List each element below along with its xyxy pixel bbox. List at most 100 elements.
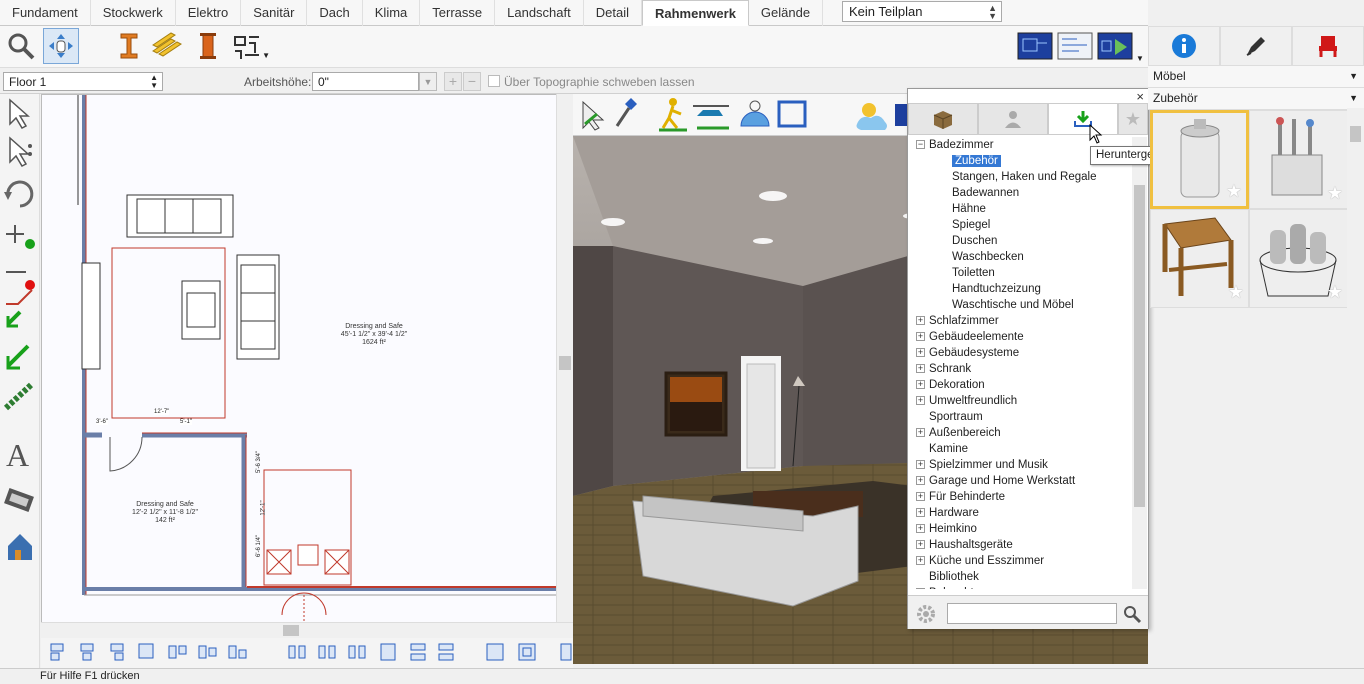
tree-item[interactable]: +Bibliothek bbox=[916, 569, 1130, 585]
expand-icon[interactable]: + bbox=[916, 428, 925, 438]
scroll-thumb[interactable] bbox=[1350, 126, 1361, 142]
tree-item[interactable]: + Hardware bbox=[916, 505, 1130, 521]
favorite-star-icon[interactable]: ★ bbox=[1327, 183, 1343, 204]
tab-dach[interactable]: Dach bbox=[307, 0, 363, 26]
tab-sanitär[interactable]: Sanitär bbox=[241, 0, 308, 26]
scroll-thumb[interactable] bbox=[1134, 185, 1145, 507]
ungroup-icon[interactable] bbox=[518, 643, 536, 661]
scroll-thumb[interactable] bbox=[559, 356, 571, 370]
tree-subitem[interactable]: Toiletten bbox=[916, 265, 1130, 281]
working-height-dropdown[interactable]: ▼ bbox=[419, 72, 437, 91]
expand-icon[interactable]: + bbox=[916, 380, 925, 390]
select-group-icon[interactable] bbox=[9, 136, 32, 167]
tab-terrasse[interactable]: Terrasse bbox=[420, 0, 496, 26]
distribute-h2-icon[interactable] bbox=[318, 645, 336, 659]
tree-item[interactable]: + Schrank bbox=[916, 361, 1130, 377]
framing-tools-icon[interactable]: ▼ bbox=[230, 28, 270, 64]
select-icon[interactable] bbox=[9, 98, 30, 129]
chain-icon[interactable] bbox=[3, 381, 35, 411]
tab-detail[interactable]: Detail bbox=[584, 0, 642, 26]
furniture-tab[interactable] bbox=[1292, 26, 1364, 66]
tree-subitem[interactable]: Waschtische und Möbel bbox=[916, 297, 1130, 313]
thumbnail-toothbrush-holder[interactable]: ★ bbox=[1249, 110, 1348, 209]
plan-horizontal-scrollbar[interactable] bbox=[41, 622, 573, 637]
favorite-star-icon[interactable]: ★ bbox=[1226, 181, 1242, 202]
thumbnail-towel-basket[interactable]: ★ bbox=[1249, 209, 1348, 308]
align-right-icon[interactable] bbox=[110, 643, 124, 661]
align-vcenter-icon[interactable] bbox=[198, 645, 217, 659]
category-dropdown[interactable]: Möbel ▼ bbox=[1148, 66, 1364, 88]
plan-vertical-scrollbar[interactable] bbox=[556, 94, 573, 622]
working-height-input[interactable]: 0" bbox=[312, 72, 419, 91]
plan-view[interactable]: Dressing and Safe 45'-1 1/2" x 39'-4 1/2… bbox=[41, 94, 573, 624]
expand-icon[interactable]: + bbox=[916, 364, 925, 374]
distribute-h-icon[interactable] bbox=[288, 645, 306, 659]
tree-subitem[interactable]: Spiegel bbox=[916, 217, 1130, 233]
tree-subitem[interactable]: Handtuchzeizung bbox=[916, 281, 1130, 297]
tab-rahmenwerk[interactable]: Rahmenwerk bbox=[642, 0, 749, 26]
tree-item[interactable]: + Umweltfreundlich bbox=[916, 393, 1130, 409]
align-middle-icon[interactable] bbox=[138, 643, 154, 659]
collapse-icon[interactable]: − bbox=[916, 140, 925, 150]
library-user-tab[interactable] bbox=[978, 103, 1048, 135]
tab-stockwerk[interactable]: Stockwerk bbox=[91, 0, 176, 26]
tree-subitem[interactable]: Duschen bbox=[916, 233, 1130, 249]
search-icon[interactable] bbox=[1122, 604, 1142, 624]
align-top-icon[interactable] bbox=[168, 645, 187, 659]
tree-item[interactable]: + Beleuchtung bbox=[916, 585, 1130, 589]
delete-point-icon[interactable] bbox=[6, 271, 35, 290]
3d-view-icon[interactable] bbox=[1095, 28, 1135, 64]
tree-item[interactable]: + Spielzimmer und Musik bbox=[916, 457, 1130, 473]
tree-subitem[interactable]: Badewannen bbox=[916, 185, 1130, 201]
tree-item[interactable]: + Dekoration bbox=[916, 377, 1130, 393]
expand-icon[interactable]: + bbox=[916, 476, 925, 486]
tree-item[interactable]: + Küche und Esszimmer bbox=[916, 553, 1130, 569]
library-catalog-tab[interactable] bbox=[908, 103, 978, 135]
expand-icon[interactable]: + bbox=[916, 540, 925, 550]
library-search-input[interactable] bbox=[947, 603, 1117, 624]
rotate-icon[interactable] bbox=[4, 180, 34, 208]
plan-selector[interactable]: Kein Teilplan ▲ ▼ bbox=[842, 1, 1002, 22]
tree-subitem[interactable]: Stangen, Haken und Regale bbox=[916, 169, 1130, 185]
cross-section-view-icon[interactable] bbox=[1055, 28, 1095, 64]
expand-icon[interactable]: + bbox=[916, 556, 925, 566]
tree-item[interactable]: + Für Behinderte bbox=[916, 489, 1130, 505]
overflow-icon[interactable] bbox=[560, 643, 572, 661]
break-line-icon[interactable] bbox=[6, 289, 33, 328]
space-evenly-icon[interactable] bbox=[380, 643, 396, 661]
tab-elektro[interactable]: Elektro bbox=[176, 0, 242, 26]
camera-icon[interactable] bbox=[895, 104, 907, 126]
thumbnail-bathroom-canister[interactable]: ★ bbox=[1150, 110, 1249, 209]
beam-icon[interactable] bbox=[110, 28, 146, 64]
tree-item[interactable]: + Haushaltsgeräte bbox=[916, 537, 1130, 553]
expand-icon[interactable]: + bbox=[916, 460, 925, 470]
expand-icon[interactable]: + bbox=[916, 332, 925, 342]
favorite-star-icon[interactable]: ★ bbox=[1228, 282, 1244, 303]
sun-icon[interactable] bbox=[856, 103, 888, 130]
align-center-icon[interactable] bbox=[80, 643, 94, 661]
add-point-icon[interactable] bbox=[6, 225, 35, 249]
expand-icon[interactable]: + bbox=[916, 316, 925, 326]
tree-subitem[interactable]: Waschbecken bbox=[916, 249, 1130, 265]
favorite-star-icon[interactable]: ★ bbox=[1327, 282, 1343, 303]
group-icon[interactable] bbox=[486, 643, 504, 661]
expand-icon[interactable]: + bbox=[916, 396, 925, 406]
close-icon[interactable]: × bbox=[1136, 89, 1144, 104]
pen-tab[interactable] bbox=[1220, 26, 1292, 66]
tree-subitem[interactable]: Hähne bbox=[916, 201, 1130, 217]
tree-item[interactable]: + Gebäudesysteme bbox=[916, 345, 1130, 361]
subcategory-dropdown[interactable]: Zubehör ▼ bbox=[1148, 88, 1364, 110]
overview-icon[interactable] bbox=[777, 100, 807, 128]
align-left-icon[interactable] bbox=[50, 643, 64, 661]
tab-fundament[interactable]: Fundament bbox=[0, 0, 91, 26]
tab-gelände[interactable]: Gelände bbox=[749, 0, 824, 26]
tree-item[interactable]: + Schlafzimmer bbox=[916, 313, 1130, 329]
scroll-thumb[interactable] bbox=[283, 625, 299, 636]
library-downloads-tab[interactable] bbox=[1048, 103, 1118, 135]
house-icon[interactable] bbox=[8, 534, 32, 560]
tree-item[interactable]: +Kamine bbox=[916, 441, 1130, 457]
join-icon[interactable] bbox=[6, 344, 30, 370]
glass-house-icon[interactable] bbox=[740, 100, 770, 127]
right-panel-scrollbar[interactable] bbox=[1347, 108, 1364, 668]
expand-icon[interactable]: + bbox=[916, 588, 925, 589]
